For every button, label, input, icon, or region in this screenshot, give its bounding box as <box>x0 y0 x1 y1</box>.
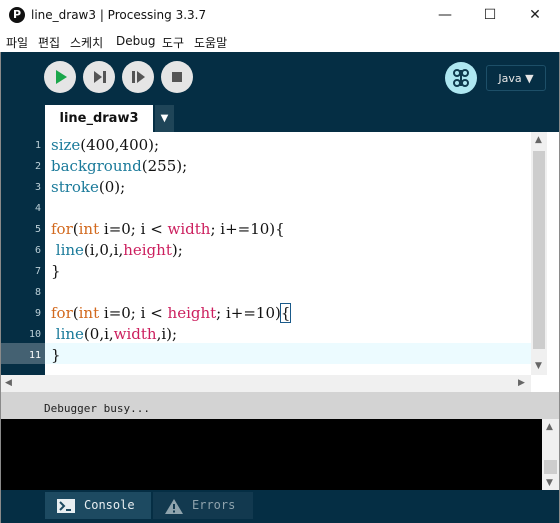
menu-tools[interactable]: 도구 <box>162 34 184 51</box>
code-token: ,i); <box>156 325 178 343</box>
code-token: (0,i, <box>83 325 114 343</box>
code-line: for(int i=0; i < height; i+=10){ <box>51 303 292 323</box>
code-token: for <box>51 304 73 322</box>
debug-status-text: Debugger busy... <box>44 402 150 415</box>
code-line: for(int i=0; i < width; i+=10){ <box>51 220 285 238</box>
code-line: background(255); <box>51 157 187 175</box>
stop-button[interactable] <box>161 61 193 93</box>
continue-button[interactable] <box>122 61 154 93</box>
scroll-left-arrow-icon[interactable]: ◀ <box>5 378 12 388</box>
code-token: i=0; i < <box>99 304 168 322</box>
code-token: width <box>113 325 157 343</box>
scroll-up-arrow-icon[interactable]: ▲ <box>535 135 542 145</box>
code-token: int <box>78 304 100 322</box>
code-token: ; i+=10){ <box>210 220 285 238</box>
play-icon <box>56 70 67 84</box>
continue-icon <box>132 71 145 83</box>
line-number: 4 <box>34 203 41 214</box>
code-token: (400,400); <box>80 136 160 154</box>
code-token: line <box>55 325 84 343</box>
warning-icon <box>165 499 183 514</box>
menu-help[interactable]: 도움말 <box>194 34 227 51</box>
code-token: } <box>51 262 61 280</box>
menu-edit[interactable]: 편집 <box>38 34 60 51</box>
code-token: height <box>167 304 217 322</box>
tab-line-draw3[interactable]: line_draw3 <box>45 105 153 132</box>
console-output[interactable] <box>1 419 542 490</box>
console-scroll-up-icon[interactable]: ▲ <box>546 422 553 432</box>
processing-logo-icon: P <box>9 7 25 23</box>
code-line: line(0,i,width,i); <box>51 325 177 343</box>
code-token: int <box>78 220 100 238</box>
code-token: height <box>123 241 172 259</box>
console-tab-label: Console <box>84 498 135 512</box>
line-number: 3 <box>34 182 41 193</box>
menu-file[interactable]: 파일 <box>6 34 28 51</box>
line-number: 6 <box>34 245 41 256</box>
step-button[interactable] <box>83 61 115 93</box>
code-token: (i,0,i, <box>83 241 124 259</box>
console-scroll-thumb[interactable] <box>544 460 557 474</box>
code-token: stroke <box>51 178 99 196</box>
editor-scroll-thumb[interactable] <box>533 151 545 349</box>
line-number: 9 <box>34 308 41 319</box>
debugger-button[interactable] <box>445 62 477 94</box>
debugger-icon <box>453 69 469 87</box>
line-number: 5 <box>34 224 41 235</box>
console-scroll-down-icon[interactable]: ▼ <box>546 478 553 488</box>
line-number: 1 <box>34 140 41 151</box>
menu-debug[interactable]: Debug <box>116 34 155 48</box>
code-line: size(400,400); <box>51 136 159 154</box>
menu-sketch[interactable]: 스케치 <box>70 34 103 51</box>
code-token: ; i+=10) <box>216 304 281 322</box>
code-token: { <box>279 303 292 323</box>
console-icon <box>57 499 75 513</box>
line-number: 10 <box>28 329 41 340</box>
code-token: background <box>51 157 142 175</box>
code-token: (0); <box>98 178 126 196</box>
code-line: stroke(0); <box>51 178 125 196</box>
line-number: 2 <box>34 161 41 172</box>
tab-console[interactable]: Console <box>45 492 151 519</box>
title-bar: P line_draw3 | Processing 3.3.7 — ☐ ✕ <box>0 0 560 31</box>
code-token: i=0; i < <box>99 220 168 238</box>
code-token: size <box>51 136 81 154</box>
line-number: 8 <box>34 287 41 298</box>
code-line: } <box>51 346 61 364</box>
menu-bar: 파일 편집 스케치 Debug 도구 도움말 <box>0 31 560 52</box>
errors-tab-label: Errors <box>192 498 236 512</box>
code-token: (255); <box>141 157 188 175</box>
window-title: line_draw3 | Processing 3.3.7 <box>31 8 207 22</box>
scroll-down-arrow-icon[interactable]: ▼ <box>535 361 542 371</box>
current-line-highlight <box>45 343 531 364</box>
scroll-right-arrow-icon[interactable]: ▶ <box>518 378 525 388</box>
editor-horizontal-scrollbar[interactable] <box>1 375 531 392</box>
code-line: line(i,0,i,height); <box>51 241 183 259</box>
code-token: for <box>51 220 73 238</box>
run-button[interactable] <box>44 61 76 93</box>
code-line: } <box>51 262 61 280</box>
code-token: width <box>167 220 211 238</box>
tab-errors[interactable]: Errors <box>153 492 253 519</box>
editor-right-margin <box>547 132 559 375</box>
tab-menu-button[interactable]: ▼ <box>155 105 174 132</box>
code-token: ); <box>171 241 183 259</box>
close-button[interactable]: ✕ <box>513 3 557 27</box>
minimize-button[interactable]: — <box>423 3 467 27</box>
line-number: 11 <box>28 350 41 361</box>
code-token: } <box>51 346 61 364</box>
mode-selector[interactable]: Java ▼ <box>486 65 546 91</box>
stop-icon <box>172 72 182 82</box>
scroll-corner <box>531 375 559 392</box>
line-number: 7 <box>34 266 41 277</box>
code-token: line <box>55 241 84 259</box>
step-icon <box>94 71 106 83</box>
maximize-button[interactable]: ☐ <box>468 3 512 27</box>
